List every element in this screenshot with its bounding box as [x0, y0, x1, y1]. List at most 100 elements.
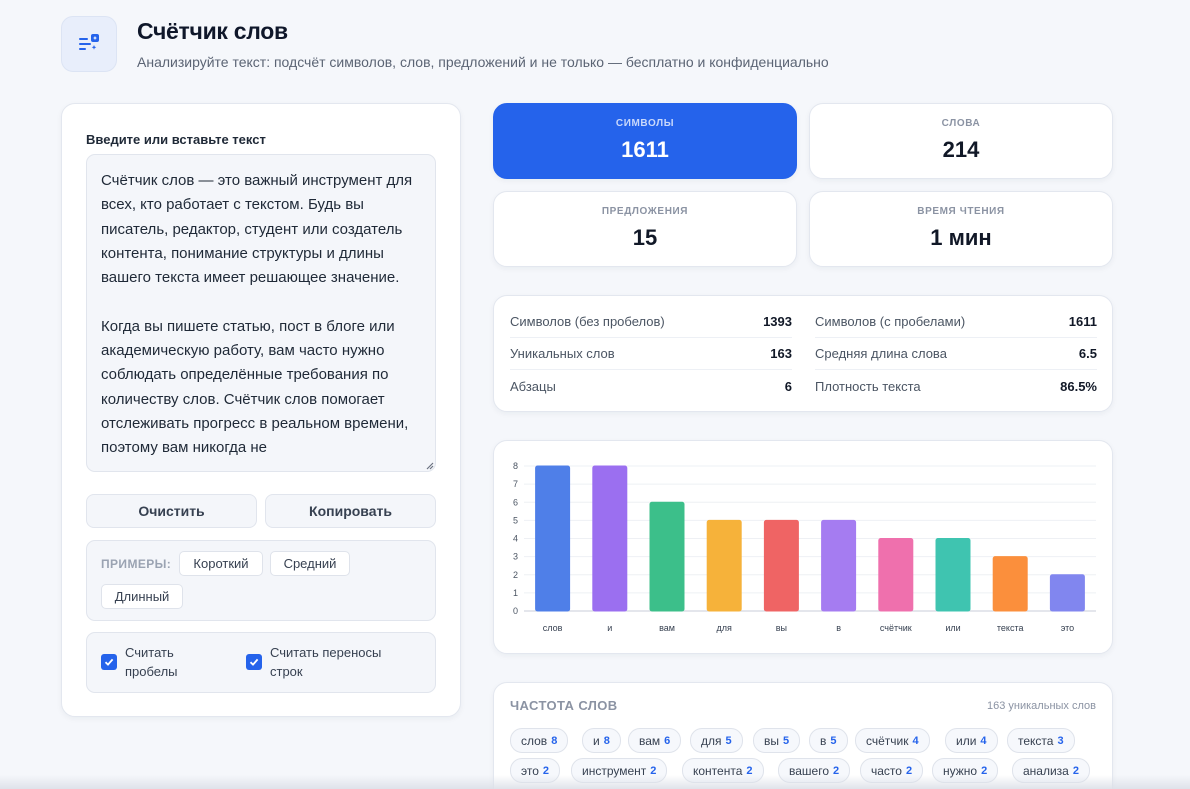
tag-word: вам	[639, 733, 661, 748]
x-tick-label: это	[1061, 623, 1074, 633]
copy-button[interactable]: Копировать	[265, 494, 436, 528]
tag-count: 5	[830, 734, 837, 747]
examples-panel: ПРИМЕРЫ: Короткий Средний Длинный	[86, 540, 436, 621]
tag-word: текста	[1018, 733, 1054, 748]
details-panel: Символов (без пробелов) 1393 Символов (с…	[493, 295, 1113, 412]
detail-row: Плотность текста 86.5%	[815, 370, 1097, 402]
frequency-tag[interactable]: или 4	[945, 728, 998, 753]
stat-value: 15	[632, 225, 658, 250]
y-tick-label: 4	[513, 534, 518, 544]
x-tick-label: и	[607, 623, 612, 633]
x-tick-label: вам	[659, 623, 675, 633]
frequency-tag[interactable]: в5	[809, 728, 848, 753]
options-panel: Считать пробелы Считать переносы строк	[86, 632, 436, 693]
frequency-tag[interactable]: текста 3	[1007, 728, 1075, 753]
page-header: Счётчик слов Анализируйте текст: подсчёт…	[61, 16, 829, 72]
tag-word: вы	[764, 733, 779, 748]
checkmark-icon	[104, 658, 114, 666]
detail-row: Символов (без пробелов) 1393	[510, 306, 792, 338]
text-input-label: Введите или вставьте текст	[86, 132, 266, 147]
chart-bar	[878, 538, 914, 612]
tag-word: для	[701, 733, 722, 748]
detail-row: Средняя длина слова 6.5	[815, 338, 1097, 370]
x-tick-label: текста	[997, 623, 1024, 633]
y-tick-label: 7	[513, 479, 518, 489]
detail-value: 86.5%	[1060, 378, 1097, 394]
x-tick-label: или	[945, 623, 960, 633]
frequency-tag[interactable]: для 5	[690, 728, 743, 753]
chart-bar	[649, 501, 685, 612]
clear-button[interactable]: Очистить	[86, 494, 257, 528]
editor-panel: Введите или вставьте текст Счётчик слов …	[61, 103, 461, 717]
detail-value: 1611	[1068, 314, 1097, 329]
detail-value: 6.5	[1078, 346, 1097, 361]
word-frequency-panel: ЧАСТОТА СЛОВ 163 уникальных слов слов 8 и 8…	[493, 682, 1113, 789]
tag-count: 4	[980, 734, 987, 747]
text-input[interactable]: Счётчик слов — это важный инструмент для…	[86, 154, 436, 472]
chart-bar	[763, 519, 799, 612]
tag-word: счётчик	[866, 733, 909, 748]
chart-bar	[821, 519, 857, 612]
detail-row: Абзацы 6	[510, 370, 792, 402]
x-tick-label: счётчик	[880, 623, 912, 633]
example-medium-button[interactable]: Средний	[270, 551, 350, 576]
detail-key: Средняя длина слова	[815, 346, 947, 361]
stat-value: 1 мин	[930, 225, 992, 250]
frequency-title: ЧАСТОТА СЛОВ	[510, 698, 618, 713]
x-tick-label: вы	[776, 623, 787, 633]
page-title: Счётчик слов	[137, 18, 288, 44]
count-line-breaks-checkbox[interactable]	[246, 654, 262, 670]
stat-value: 214	[942, 137, 980, 162]
tag-word: в	[820, 733, 827, 748]
count-line-breaks-label: Считать переносы строк	[270, 645, 382, 679]
tag-count: 4	[912, 734, 919, 747]
y-tick-label: 3	[513, 552, 518, 562]
stat-card-characters: СИМВОЛЫ 1611	[493, 103, 797, 179]
tag-word: и	[593, 733, 600, 748]
examples-label: ПРИМЕРЫ:	[101, 557, 172, 571]
chart-bar	[592, 465, 628, 612]
stat-card-words: СЛОВА 214	[809, 103, 1113, 179]
detail-row: Уникальных слов 163	[510, 338, 792, 370]
stat-label: СИМВОЛЫ	[615, 118, 675, 129]
chart-bar	[535, 465, 571, 612]
stat-label: СЛОВА	[941, 118, 981, 129]
y-tick-label: 5	[513, 515, 518, 525]
detail-value: 163	[770, 346, 792, 361]
example-long-button[interactable]: Длинный	[101, 584, 183, 609]
tag-count: 6	[664, 734, 671, 747]
chart-bar	[1049, 574, 1085, 612]
x-tick-label: для	[717, 623, 733, 633]
tag-count: 5	[725, 734, 732, 747]
frequency-tag[interactable]: счётчик 4	[855, 728, 930, 753]
count-spaces-checkbox[interactable]	[101, 654, 117, 670]
frequency-tag[interactable]: слов 8	[510, 728, 569, 753]
word-frequency-bar-chart: 0 1 2 3 4 5 6 7 8 слов и вам для вы в счётчик или текста э…	[513, 461, 1096, 633]
example-short-button[interactable]: Короткий	[179, 551, 263, 576]
count-spaces-label: Считать пробелы	[125, 645, 178, 679]
frequency-tag[interactable]: вы 5	[753, 728, 801, 753]
detail-key: Символов (без пробелов)	[510, 314, 665, 329]
tag-word: слов	[521, 733, 548, 748]
detail-row: Символов (с пробелами) 1611	[815, 306, 1097, 338]
chart-bar	[992, 556, 1028, 612]
chart-bar	[706, 519, 742, 612]
y-tick-label: 0	[513, 606, 518, 616]
count-spaces-option[interactable]: Считать пробелы	[101, 643, 205, 681]
unique-words-count: 163 уникальных слов	[987, 700, 1096, 712]
y-tick-label: 8	[513, 461, 518, 471]
text-sparkle-icon	[79, 34, 99, 50]
stat-card-reading-time: ВРЕМЯ ЧТЕНИЯ 1 мин	[809, 191, 1113, 267]
stat-label: ВРЕМЯ ЧТЕНИЯ	[917, 206, 1005, 217]
detail-key: Абзацы	[510, 378, 556, 394]
frequency-tag[interactable]: и8	[582, 728, 621, 753]
detail-key: Уникальных слов	[510, 346, 615, 361]
count-line-breaks-option[interactable]: Считать переносы строк	[246, 643, 410, 681]
resize-grip-icon[interactable]	[424, 460, 434, 470]
x-tick-label: слов	[543, 623, 563, 633]
frequency-tag[interactable]: вам 6	[628, 728, 682, 753]
word-frequency-chart-card: 0 1 2 3 4 5 6 7 8 слов и вам для вы в счётчик или текста э…	[493, 440, 1113, 654]
detail-key: Плотность текста	[815, 378, 921, 394]
tag-count: 3	[1057, 734, 1064, 747]
detail-value: 1393	[763, 314, 792, 329]
